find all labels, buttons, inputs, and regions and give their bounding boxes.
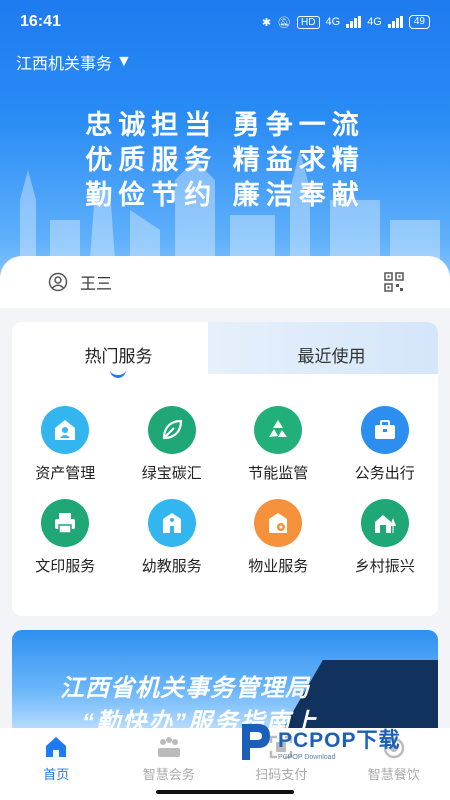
printer-icon [41, 499, 90, 547]
slogan-line: 勤俭节约 廉洁奉献 [85, 180, 365, 211]
briefcase-icon [360, 406, 409, 454]
meeting-icon [157, 737, 180, 757]
triangle-down-icon: ▼ [116, 53, 132, 70]
house-person-icon [41, 406, 90, 454]
service-tabs: 热门服务 最近使用 [12, 322, 438, 386]
tab-recent[interactable]: 最近使用 [225, 322, 438, 386]
school-icon [147, 499, 196, 547]
qr-code-icon[interactable] [384, 272, 404, 292]
bluetooth-icon: ✱ [261, 16, 272, 29]
service-label: 乡村振兴 [354, 558, 415, 575]
user-name: 王三 [80, 276, 113, 293]
header-hero: 16:41 ✱ 🔕︎ HD 4G 4G 49 江西机关事务 ▼ 忠诚担当 勇争一… [0, 0, 450, 300]
service-carbon-sink[interactable]: 绿宝碳汇 [119, 406, 226, 483]
network-label-1: 4G [325, 16, 341, 28]
hd-badge: HD [297, 15, 320, 29]
building-gear-icon [254, 499, 303, 547]
service-label: 文印服务 [35, 558, 96, 575]
user-bar: 王三 [0, 256, 450, 308]
org-name: 江西机关事务 [16, 56, 113, 73]
status-time: 16:41 [20, 13, 61, 30]
service-property[interactable]: 物业服务 [225, 499, 332, 576]
slogan-line: 忠诚担当 勇争一流 [85, 110, 365, 141]
service-asset-management[interactable]: 资产管理 [12, 406, 119, 483]
nav-label: 智慧会务 [142, 767, 195, 782]
org-selector[interactable]: 江西机关事务 ▼ [16, 50, 132, 74]
banner-title: 江西省机关事务管理局 [60, 675, 310, 702]
mute-icon: 🔕︎ [277, 16, 292, 29]
village-house-icon [360, 499, 409, 547]
service-label: 物业服务 [248, 558, 309, 575]
watermark: PCPOP下载 PCPOP Download [238, 712, 438, 772]
service-printing[interactable]: 文印服务 [12, 499, 119, 576]
service-label: 资产管理 [35, 465, 96, 482]
service-grid: 资产管理 绿宝碳汇 节能监管 公务出行 文印服务 幼教服务 物业服务 乡村振兴 [12, 386, 438, 576]
nav-home[interactable]: 首页 [0, 728, 113, 800]
service-label: 绿宝碳汇 [141, 465, 202, 482]
nav-label: 首页 [43, 767, 70, 782]
signal-icon [346, 16, 362, 28]
status-icons: ✱ 🔕︎ HD 4G 4G 49 [262, 15, 430, 29]
recycle-icon [254, 406, 303, 454]
status-bar: 16:41 ✱ 🔕︎ HD 4G 4G 49 [0, 0, 450, 44]
watermark-small: PCPOP Download [278, 753, 336, 761]
service-label: 节能监管 [248, 465, 309, 482]
leaf-icon [147, 406, 196, 454]
signal-icon-2 [387, 16, 403, 28]
user-avatar-icon[interactable] [48, 272, 68, 292]
watermark-brand: PCPOP下载 [278, 728, 401, 752]
service-rural-revitalization[interactable]: 乡村振兴 [332, 499, 439, 576]
service-energy-monitor[interactable]: 节能监管 [225, 406, 332, 483]
services-card: 热门服务 最近使用 资产管理 绿宝碳汇 节能监管 公务出行 文印服务 幼教服务 … [12, 322, 438, 616]
battery-icon: 49 [408, 15, 430, 29]
home-indicator [156, 790, 294, 794]
service-official-travel[interactable]: 公务出行 [332, 406, 439, 483]
pcpop-logo-icon [242, 724, 270, 760]
home-icon [46, 737, 67, 757]
network-label-2: 4G [367, 16, 382, 28]
service-label: 幼教服务 [141, 558, 202, 575]
slogan-line: 优质服务 精益求精 [85, 145, 365, 176]
service-label: 公务出行 [354, 465, 415, 482]
slogan: 忠诚担当 勇争一流 优质服务 精益求精 勤俭节约 廉洁奉献 [0, 108, 450, 213]
service-preschool[interactable]: 幼教服务 [119, 499, 226, 576]
